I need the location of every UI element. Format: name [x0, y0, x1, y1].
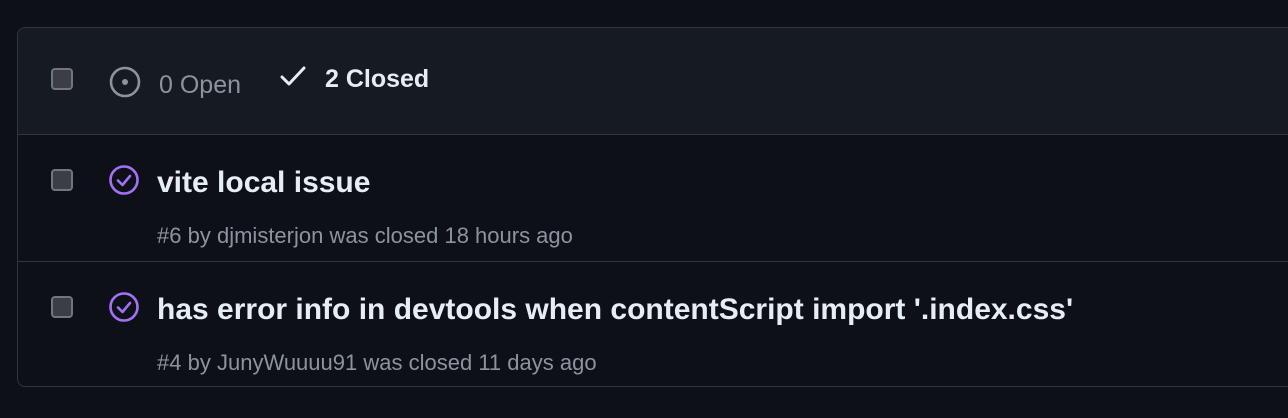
issue-meta: #4 by JunyWuuuu91 was closed 11 days ago — [157, 350, 597, 376]
issue-closed-icon — [108, 164, 140, 196]
issue-title-link[interactable]: vite local issue — [157, 166, 370, 200]
issue-author-link[interactable]: JunyWuuuu91 — [217, 350, 357, 375]
issue-checkbox[interactable] — [51, 169, 73, 191]
issue-meta: #6 by djmisterjon was closed 18 hours ag… — [157, 223, 573, 249]
closed-count-label: 2 Closed — [325, 65, 430, 93]
issue-by: by — [187, 350, 211, 375]
issues-list-box: 0 Open 2 Closed vite local issue #6 by d… — [17, 27, 1288, 387]
issue-status-text: was closed — [363, 350, 473, 375]
issue-time: 11 days ago — [478, 350, 597, 375]
issue-opened-icon — [108, 65, 159, 106]
issue-number: #4 — [157, 350, 182, 375]
issue-author-link[interactable]: djmisterjon — [217, 223, 323, 248]
issue-title-link[interactable]: has error info in devtools when contentS… — [157, 293, 1073, 327]
issue-checkbox[interactable] — [51, 296, 73, 318]
issue-row: has error info in devtools when contentS… — [18, 261, 1288, 386]
issue-time: 18 hours ago — [444, 223, 573, 248]
issues-list-header: 0 Open 2 Closed — [18, 28, 1288, 135]
open-count-label: 0 Open — [159, 71, 242, 99]
issue-closed-icon — [108, 291, 140, 323]
check-icon — [280, 65, 325, 94]
issue-status-text: was closed — [329, 223, 439, 248]
issue-number: #6 — [157, 223, 182, 248]
open-issues-filter[interactable]: 0 Open — [108, 65, 241, 106]
issue-by: by — [187, 223, 211, 248]
select-all-checkbox[interactable] — [51, 68, 73, 90]
closed-issues-filter[interactable]: 2 Closed — [280, 65, 429, 94]
issue-row: vite local issue #6 by djmisterjon was c… — [18, 135, 1288, 261]
